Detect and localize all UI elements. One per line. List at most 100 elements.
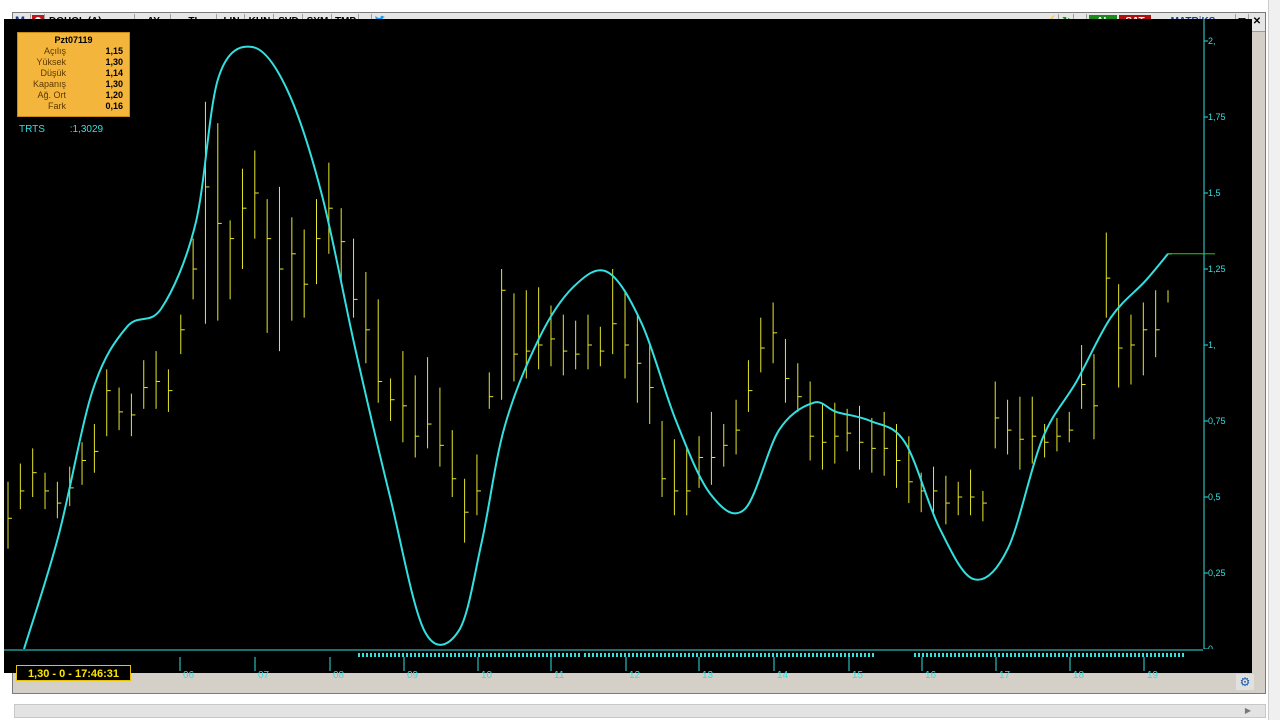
info-date: Pzt07119 — [54, 35, 93, 45]
time-dot — [966, 653, 968, 657]
time-dot — [676, 653, 678, 657]
vertical-scrollbar[interactable] — [1268, 0, 1280, 720]
time-dot — [704, 653, 706, 657]
horizontal-scrollbar[interactable]: ▶ — [14, 704, 1266, 718]
info-row: Açılış 1,15 — [18, 46, 129, 57]
time-dot — [430, 653, 432, 657]
time-dot — [450, 653, 452, 657]
time-dot — [772, 653, 774, 657]
time-dot — [740, 653, 742, 657]
time-dot — [1150, 653, 1152, 657]
time-dot — [748, 653, 750, 657]
time-dot — [390, 653, 392, 657]
time-dot — [1182, 653, 1184, 657]
time-dot — [684, 653, 686, 657]
time-dot — [466, 653, 468, 657]
time-dot — [804, 653, 806, 657]
time-dot — [994, 653, 996, 657]
time-dot — [620, 653, 622, 657]
info-value: 1,15 — [105, 46, 123, 56]
time-dot — [414, 653, 416, 657]
time-dot — [386, 653, 388, 657]
time-dot — [374, 653, 376, 657]
time-dot — [728, 653, 730, 657]
time-dot — [530, 653, 532, 657]
time-dot — [692, 653, 694, 657]
time-dot — [398, 653, 400, 657]
info-label: Kapanış — [32, 79, 66, 89]
scroll-right-icon[interactable]: ▶ — [1243, 706, 1253, 716]
time-dot — [434, 653, 436, 657]
time-dot — [938, 653, 940, 657]
price-chart-area[interactable] — [4, 19, 1203, 650]
time-dot — [1138, 653, 1140, 657]
time-dot — [852, 653, 854, 657]
time-dot — [1010, 653, 1012, 657]
time-dot — [1146, 653, 1148, 657]
time-dot — [708, 653, 710, 657]
info-value: 1,20 — [105, 90, 123, 100]
trts-indicator-line — [23, 45, 1169, 650]
time-dot — [784, 653, 786, 657]
time-dot — [922, 653, 924, 657]
time-dot — [688, 653, 690, 657]
time-dot — [1062, 653, 1064, 657]
time-dot — [864, 653, 866, 657]
time-dot — [1122, 653, 1124, 657]
time-dot — [1082, 653, 1084, 657]
time-dot — [958, 653, 960, 657]
time-dot — [1162, 653, 1164, 657]
price-tick-label: 0,5 — [1208, 492, 1221, 502]
time-dot — [792, 653, 794, 657]
time-dot — [720, 653, 722, 657]
time-dot — [752, 653, 754, 657]
time-dot — [1166, 653, 1168, 657]
price-tick-label: 0,25 — [1208, 568, 1226, 578]
time-dot — [1170, 653, 1172, 657]
time-dot — [696, 653, 698, 657]
time-dot — [796, 653, 798, 657]
time-dot — [934, 653, 936, 657]
time-dot — [914, 653, 916, 657]
info-label: Ağ. Ort — [37, 90, 66, 100]
time-dot — [732, 653, 734, 657]
time-dot — [426, 653, 428, 657]
time-dot — [836, 653, 838, 657]
time-dot — [554, 653, 556, 657]
time-dot — [844, 653, 846, 657]
time-dot — [872, 653, 874, 657]
price-tick-label: 1,75 — [1208, 112, 1226, 122]
time-dot — [522, 653, 524, 657]
time-dot — [1134, 653, 1136, 657]
time-dot — [402, 653, 404, 657]
time-dot — [358, 653, 360, 657]
time-dot — [1070, 653, 1072, 657]
time-dot — [538, 653, 540, 657]
time-dot — [550, 653, 552, 657]
time-dot — [1106, 653, 1108, 657]
time-dot — [832, 653, 834, 657]
time-tick-label: 10 — [481, 670, 493, 681]
info-row: Yüksek 1,30 — [18, 57, 129, 68]
time-dot — [1046, 653, 1048, 657]
time-dot — [636, 653, 638, 657]
time-dot — [918, 653, 920, 657]
indicator-readout: TRTS :1,3029 — [19, 124, 103, 136]
time-dot — [660, 653, 662, 657]
time-dot — [1014, 653, 1016, 657]
time-dot — [828, 653, 830, 657]
close-icon[interactable]: ✕ — [1250, 14, 1264, 29]
time-dot — [562, 653, 564, 657]
time-status-box: 1,30 - 0 - 17:46:31 — [16, 665, 131, 681]
time-dot — [652, 653, 654, 657]
time-dot — [486, 653, 488, 657]
time-dot — [584, 653, 586, 657]
time-dot — [978, 653, 980, 657]
settings-icon[interactable]: ⚙ — [1236, 674, 1254, 690]
time-dot — [514, 653, 516, 657]
info-label: Düşük — [40, 68, 66, 78]
time-dot — [482, 653, 484, 657]
time-dot — [656, 653, 658, 657]
time-dot — [1142, 653, 1144, 657]
time-dot — [422, 653, 424, 657]
